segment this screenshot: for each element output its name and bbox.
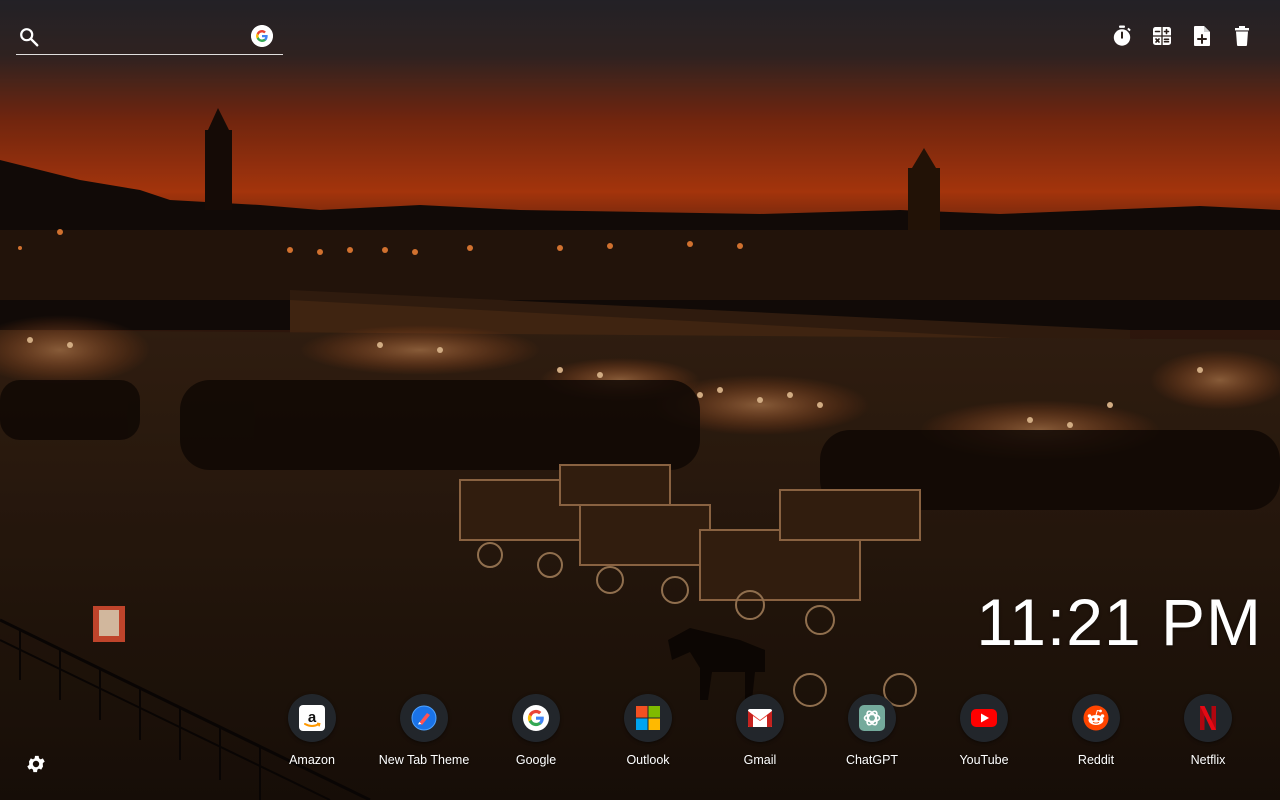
shortcut-label: YouTube [959,753,1009,767]
shortcut-label: New Tab Theme [378,753,470,767]
google-icon[interactable] [251,25,273,47]
youtube-icon [971,709,997,727]
stopwatch-icon[interactable] [1110,24,1134,48]
shortcut-label: Reddit [1077,753,1115,767]
chatgpt-icon [859,705,885,731]
trash-icon[interactable] [1230,24,1254,48]
reddit-icon [1083,705,1109,731]
google-icon [523,705,549,731]
microsoft-icon [636,706,660,730]
shortcut-label: Google [515,753,557,767]
shortcut-label: Amazon [289,753,335,767]
shortcut-label: ChatGPT [845,753,899,767]
shortcut-label: Gmail [743,753,777,767]
shortcut-chatgpt[interactable]: ChatGPT [816,694,928,767]
search-bar [16,18,283,55]
amazon-icon: a [299,705,325,731]
shortcut-outlook[interactable]: Outlook [592,694,704,767]
shortcut-netflix[interactable]: Netflix [1152,694,1264,767]
toolbar [1110,24,1254,48]
shortcut-label: Netflix [1190,753,1226,767]
calculator-icon[interactable] [1150,24,1174,48]
shortcut-label: Outlook [626,753,670,767]
gear-icon[interactable] [25,753,47,775]
svg-text:a: a [308,709,317,726]
gmail-icon [748,709,772,727]
shortcut-google[interactable]: Google [480,694,592,767]
shortcut-youtube[interactable]: YouTube [928,694,1040,767]
netflix-icon [1200,706,1216,730]
shortcut-reddit[interactable]: Reddit [1040,694,1152,767]
newtab-theme-icon [411,705,437,731]
search-input[interactable] [50,24,244,50]
note-add-icon[interactable] [1190,24,1214,48]
shortcut-bar: a Amazon New Tab Theme Google Outlook Gm… [256,694,1280,774]
shortcut-gmail[interactable]: Gmail [704,694,816,767]
clock-time: 11:21 PM [976,585,1262,659]
search-icon[interactable] [18,26,40,48]
shortcut-amazon[interactable]: a Amazon [256,694,368,767]
wallpaper-image [0,0,1280,800]
shortcut-new-tab-theme[interactable]: New Tab Theme [368,694,480,767]
